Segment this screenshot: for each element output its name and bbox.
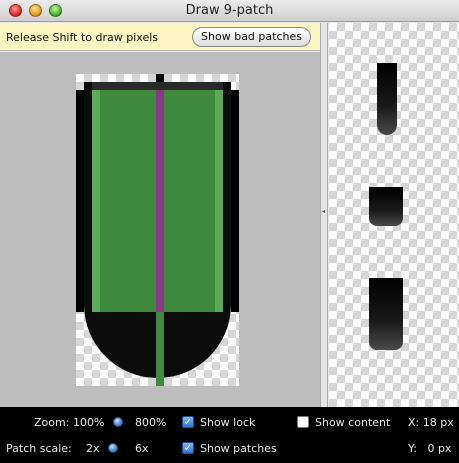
preview-pane xyxy=(329,23,459,407)
patch-editor[interactable] xyxy=(0,52,320,407)
padding-marker-right[interactable] xyxy=(231,90,239,312)
stretch-region-right-edge xyxy=(215,90,223,312)
show-bad-patches-button[interactable]: Show bad patches xyxy=(192,27,311,47)
patch-scale-min-label: 2x xyxy=(86,442,100,455)
stretch-marker-top[interactable] xyxy=(156,74,164,82)
divider-grip-icon: ◂ xyxy=(322,208,326,215)
show-content-checkbox[interactable] xyxy=(297,416,309,428)
stretch-marker-left[interactable] xyxy=(76,90,84,312)
y-coordinate-readout: Y: 0 px xyxy=(408,442,452,455)
zoom-slider[interactable] xyxy=(113,417,123,427)
patch-canvas[interactable] xyxy=(76,74,239,386)
show-patches-checkbox[interactable]: ✓ xyxy=(182,442,194,454)
show-lock-checkbox[interactable]: ✓ xyxy=(182,416,194,428)
patch-scale-label: Patch scale: xyxy=(6,442,72,455)
bottom-toolbar: Zoom: 100% 800% ✓ Show lock Show content… xyxy=(0,407,459,463)
show-lock-label: Show lock xyxy=(200,416,256,429)
patch-scale-max-label: 6x xyxy=(135,442,149,455)
x-coordinate-readout: X: 18 px xyxy=(408,416,454,429)
zoom-min-label: 100% xyxy=(73,416,105,429)
preview-both-stretch xyxy=(369,278,403,350)
zoom-label: Zoom: xyxy=(34,416,70,429)
zoom-max-label: 800% xyxy=(135,416,167,429)
patch-scale-slider[interactable] xyxy=(108,443,118,453)
stretch-overlap-region xyxy=(156,90,164,312)
show-content-label: Show content xyxy=(315,416,391,429)
status-strip: Release Shift to draw pixels Show bad pa… xyxy=(0,23,322,51)
title-bar: Draw 9-patch xyxy=(0,0,459,22)
patch-image[interactable] xyxy=(84,82,231,386)
preview-vertical-stretch xyxy=(377,63,397,135)
window-title: Draw 9-patch xyxy=(185,3,274,18)
stretch-region-left-edge xyxy=(92,90,100,312)
show-patches-label: Show patches xyxy=(200,442,277,455)
split-pane-divider[interactable]: ◂ xyxy=(320,23,328,407)
preview-horizontal-stretch xyxy=(369,187,403,226)
patch-top-band xyxy=(92,82,223,90)
status-message: Release Shift to draw pixels xyxy=(6,31,159,44)
